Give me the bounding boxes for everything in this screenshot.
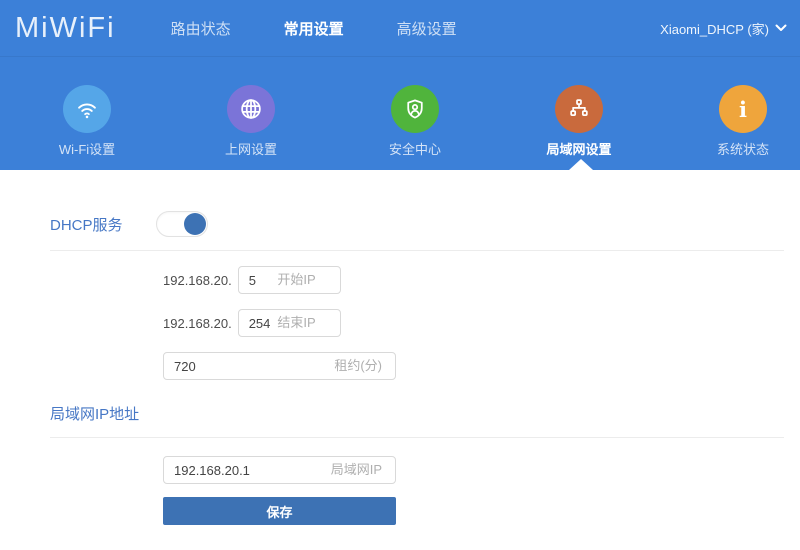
settings-tabs: Wi-Fi设置 上网设置 安全中心 局域网设置 i 系统状态 (5, 57, 800, 158)
nav-item-advanced-settings[interactable]: 高级设置 (397, 18, 457, 39)
lan-settings-panel: DHCP服务 192.168.20. 开始IP 192.168.20. 结束IP (0, 170, 800, 525)
lan-ip-section-title: 局域网IP地址 (50, 406, 140, 423)
router-account-selector[interactable]: Xiaomi_DHCP (家) (660, 19, 787, 38)
save-button[interactable]: 保存 (163, 497, 396, 525)
shield-icon (391, 85, 439, 133)
tab-lan-settings[interactable]: 局域网设置 (497, 57, 661, 158)
info-icon: i (719, 85, 767, 133)
main-nav: 路由状态 常用设置 高级设置 (171, 18, 510, 39)
end-ip-input[interactable] (238, 310, 340, 336)
lan-icon (555, 85, 603, 133)
tab-label-internet: 上网设置 (224, 142, 277, 157)
dhcp-lease-row: 租约(分) (163, 352, 800, 380)
end-ip-prefix: 192.168.20. (163, 315, 232, 331)
start-ip-input[interactable] (238, 267, 340, 293)
nav-item-common-settings[interactable]: 常用设置 (284, 18, 344, 39)
tab-label-lan: 局域网设置 (546, 142, 612, 157)
active-tab-pointer (569, 159, 593, 170)
start-ip-field-box: 开始IP (237, 266, 341, 294)
tab-label-wifi: Wi-Fi设置 (58, 142, 116, 157)
dhcp-section-title: DHCP服务 (50, 216, 123, 234)
settings-tab-strip: Wi-Fi设置 上网设置 安全中心 局域网设置 i 系统状态 (0, 57, 800, 170)
dhcp-start-ip-row: 192.168.20. 开始IP (163, 266, 800, 294)
lan-ip-input[interactable] (164, 457, 395, 483)
end-ip-field-box: 结束IP (237, 309, 341, 337)
tab-system-status[interactable]: i 系统状态 (661, 57, 800, 158)
dhcp-end-ip-row: 192.168.20. 结束IP (163, 309, 800, 337)
lease-input[interactable] (164, 353, 395, 379)
chevron-down-icon (775, 24, 787, 31)
nav-item-router-status[interactable]: 路由状态 (171, 18, 231, 39)
wifi-icon (63, 85, 111, 133)
top-navigation-bar: MiWiFi 路由状态 常用设置 高级设置 Xiaomi_DHCP (家) (0, 0, 800, 57)
lan-ip-form: 局域网IP 保存 (163, 438, 800, 525)
router-name-label: Xiaomi_DHCP (家) (660, 21, 769, 37)
start-ip-prefix: 192.168.20. (163, 272, 232, 288)
lan-ip-field-box: 局域网IP (163, 456, 396, 484)
tab-wifi-settings[interactable]: Wi-Fi设置 (5, 57, 169, 158)
lan-ip-row: 局域网IP (163, 456, 800, 484)
tab-internet-settings[interactable]: 上网设置 (169, 57, 333, 158)
dhcp-form: 192.168.20. 开始IP 192.168.20. 结束IP 租约(分) (163, 251, 800, 380)
dhcp-toggle-knob (183, 213, 206, 235)
tab-security-center[interactable]: 安全中心 (333, 57, 497, 158)
lease-field-box: 租约(分) (163, 352, 396, 380)
tab-label-system: 系统状态 (716, 142, 769, 157)
miwifi-logo: MiWiFi (15, 11, 116, 44)
lan-ip-section-header: 局域网IP地址 (50, 395, 784, 424)
miwifi-settings-page: MiWiFi 路由状态 常用设置 高级设置 Xiaomi_DHCP (家) Wi… (0, 0, 800, 550)
globe-icon (227, 85, 275, 133)
tab-label-security: 安全中心 (388, 142, 441, 157)
dhcp-section-header: DHCP服务 (50, 170, 784, 237)
dhcp-toggle[interactable] (155, 211, 208, 237)
